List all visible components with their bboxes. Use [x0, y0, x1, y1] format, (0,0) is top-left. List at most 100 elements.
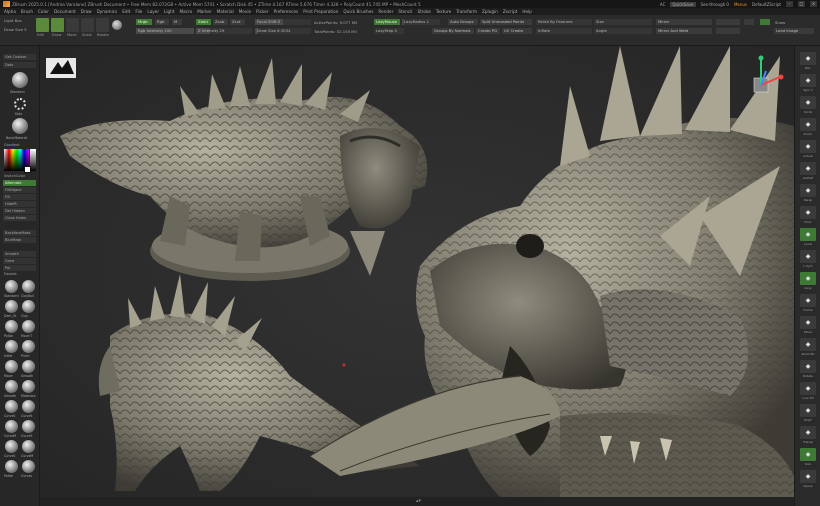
menu-item[interactable]: Zscript [503, 9, 518, 14]
lazyradius-slider[interactable]: LazyRadius 1 [402, 19, 440, 25]
tool-scale-button[interactable] [81, 18, 94, 32]
menu-item[interactable]: Picker [256, 9, 268, 14]
brush-thumb-icon[interactable] [22, 300, 35, 313]
rgb-intensity-slider[interactable]: Rgb Intensity 100 [136, 28, 194, 34]
alternate-button[interactable]: Alternate [3, 180, 36, 186]
brush-thumb-icon[interactable] [5, 300, 18, 313]
menu-item[interactable]: Brush [21, 9, 33, 14]
shelf-button[interactable]: ◆ [800, 74, 816, 87]
close-holes-button[interactable]: Close Holes [3, 215, 36, 221]
get-custom-button[interactable]: Get Custom [3, 54, 36, 60]
ac-button[interactable]: AC [660, 2, 665, 7]
tray-toggle-icon[interactable]: ▴▾ [416, 498, 421, 504]
lazymouse-button[interactable]: LazyMouse [374, 19, 400, 25]
main-color-swatch[interactable] [24, 166, 31, 173]
brush-thumb-icon[interactable] [5, 360, 18, 373]
brush-thumb-icon[interactable] [22, 340, 35, 353]
angle-slider[interactable]: Angle [594, 28, 652, 34]
brush-thumb-icon[interactable] [5, 380, 18, 393]
zcut-button[interactable]: Zcut [230, 19, 245, 25]
fill-button[interactable]: Fill [3, 194, 36, 200]
menu-item[interactable]: Quick Brushes [343, 9, 373, 14]
load-image-button[interactable]: Load Image [774, 28, 814, 34]
pol-button[interactable]: Pol [3, 265, 36, 271]
brush-thumb-icon[interactable] [5, 400, 18, 413]
zsub-button[interactable]: Zsub [213, 19, 228, 25]
groups-by-normals-button[interactable]: Groups By Normals [432, 28, 474, 34]
menu-item[interactable]: Transform [456, 9, 477, 14]
brush-thumb-icon[interactable] [22, 420, 35, 433]
toolbar-small-button-3[interactable] [744, 19, 754, 25]
default-zscript-button[interactable]: DefaultZScript [752, 2, 781, 7]
brush-thumb-icon[interactable] [22, 460, 35, 473]
menu-item[interactable]: Zplugin [482, 9, 498, 14]
zadd-button[interactable]: Zadd [196, 19, 211, 25]
auto-groups-button[interactable]: Auto Groups [448, 19, 478, 25]
mirror-and-weld-button[interactable]: Mirror And Weld [656, 28, 712, 34]
menu-item[interactable]: Draw [81, 9, 92, 14]
menu-item[interactable]: Macro [180, 9, 193, 14]
z-intensity-slider[interactable]: Z Intensity 25 [196, 28, 252, 34]
menu-item[interactable]: Document [54, 9, 76, 14]
menu-item[interactable]: Alpha [4, 9, 16, 14]
sculpt-viewport[interactable] [40, 46, 794, 497]
menu-item[interactable]: Print Preparation [303, 9, 338, 14]
m-button[interactable]: M [172, 19, 182, 25]
material-sphere-icon[interactable] [112, 20, 122, 30]
shelf-button[interactable]: ◆ [800, 184, 816, 197]
backface-mask-button[interactable]: BackfaceMask [3, 230, 36, 236]
lightbox-label[interactable]: Light Box [4, 18, 22, 23]
mirror-button[interactable]: Mirror [656, 19, 712, 25]
menu-item[interactable]: File [135, 9, 142, 14]
tool-draw-button[interactable] [51, 18, 64, 32]
brush-thumb-icon[interactable] [22, 400, 35, 413]
rgb-button[interactable]: Rgb [155, 19, 169, 25]
minimize-icon[interactable]: – [786, 1, 793, 7]
menu-item[interactable]: Layer [147, 9, 159, 14]
menu-item[interactable]: Render [378, 9, 393, 14]
shelf-button[interactable]: ◆ [800, 382, 816, 395]
maximize-icon[interactable]: □ [798, 1, 805, 7]
shelf-button[interactable]: ◆ [800, 316, 816, 329]
draw-size-slider[interactable]: Draw Size 6.3034 [255, 28, 311, 34]
dots-stroke-toggle[interactable]: Dots [3, 62, 36, 68]
fill-object-button[interactable]: FillObject [3, 187, 36, 193]
menu-item[interactable]: Edit [122, 9, 130, 14]
split-unmasked-button[interactable]: Split Unmasked Points [480, 19, 532, 25]
focal-shift-slider[interactable]: Focal Shift 0 [255, 19, 311, 25]
quicksave-button[interactable]: QuickSave [670, 1, 696, 7]
menu-item[interactable]: Movie [239, 9, 251, 14]
shelf-button[interactable]: ◆ [800, 294, 816, 307]
size-slider[interactable]: Size [594, 19, 652, 25]
brush-thumb-icon[interactable] [22, 380, 35, 393]
hide-pt-button[interactable]: HidePt [3, 201, 36, 207]
brush-thumb-icon[interactable] [5, 320, 18, 333]
brush-thumb-icon[interactable] [22, 320, 35, 333]
blur-mask-button[interactable]: BlurMask [3, 237, 36, 243]
shelf-button[interactable]: ◆ [800, 470, 816, 483]
lazystep-slider[interactable]: LazyStep 0 [374, 28, 404, 34]
shelf-button[interactable]: ◆ [800, 206, 816, 219]
brush-thumb-icon[interactable] [22, 280, 35, 293]
toolbar-small-button-1[interactable] [716, 19, 740, 25]
brush-thumb-icon[interactable] [5, 440, 18, 453]
dots-stroke-icon[interactable] [14, 98, 26, 110]
menus-button[interactable]: Menus [734, 2, 747, 7]
shelf-button[interactable]: ◆ [800, 360, 816, 373]
tool-edit-button[interactable] [36, 18, 49, 32]
shelf-button[interactable]: ◆ [800, 448, 816, 461]
brush-thumb-icon[interactable] [5, 280, 18, 293]
shelf-button[interactable]: ◆ [800, 228, 816, 241]
document-canvas[interactable] [40, 46, 794, 497]
see-through-slider[interactable]: See-through 0 [701, 2, 729, 7]
shelf-button[interactable]: ◆ [800, 52, 816, 65]
brush-thumb-icon[interactable] [22, 360, 35, 373]
brush-thumb-icon[interactable] [5, 420, 18, 433]
menu-item[interactable]: Texture [436, 9, 451, 14]
menu-item[interactable]: Stencil [398, 9, 412, 14]
menu-item[interactable]: Material [217, 9, 234, 14]
shelf-button[interactable]: ◆ [800, 272, 816, 285]
toolbar-small-button-2[interactable] [716, 28, 740, 34]
create-pg-button[interactable]: Create PG [476, 28, 500, 34]
polish-by-features-slider[interactable]: Polish By Features [536, 19, 592, 25]
